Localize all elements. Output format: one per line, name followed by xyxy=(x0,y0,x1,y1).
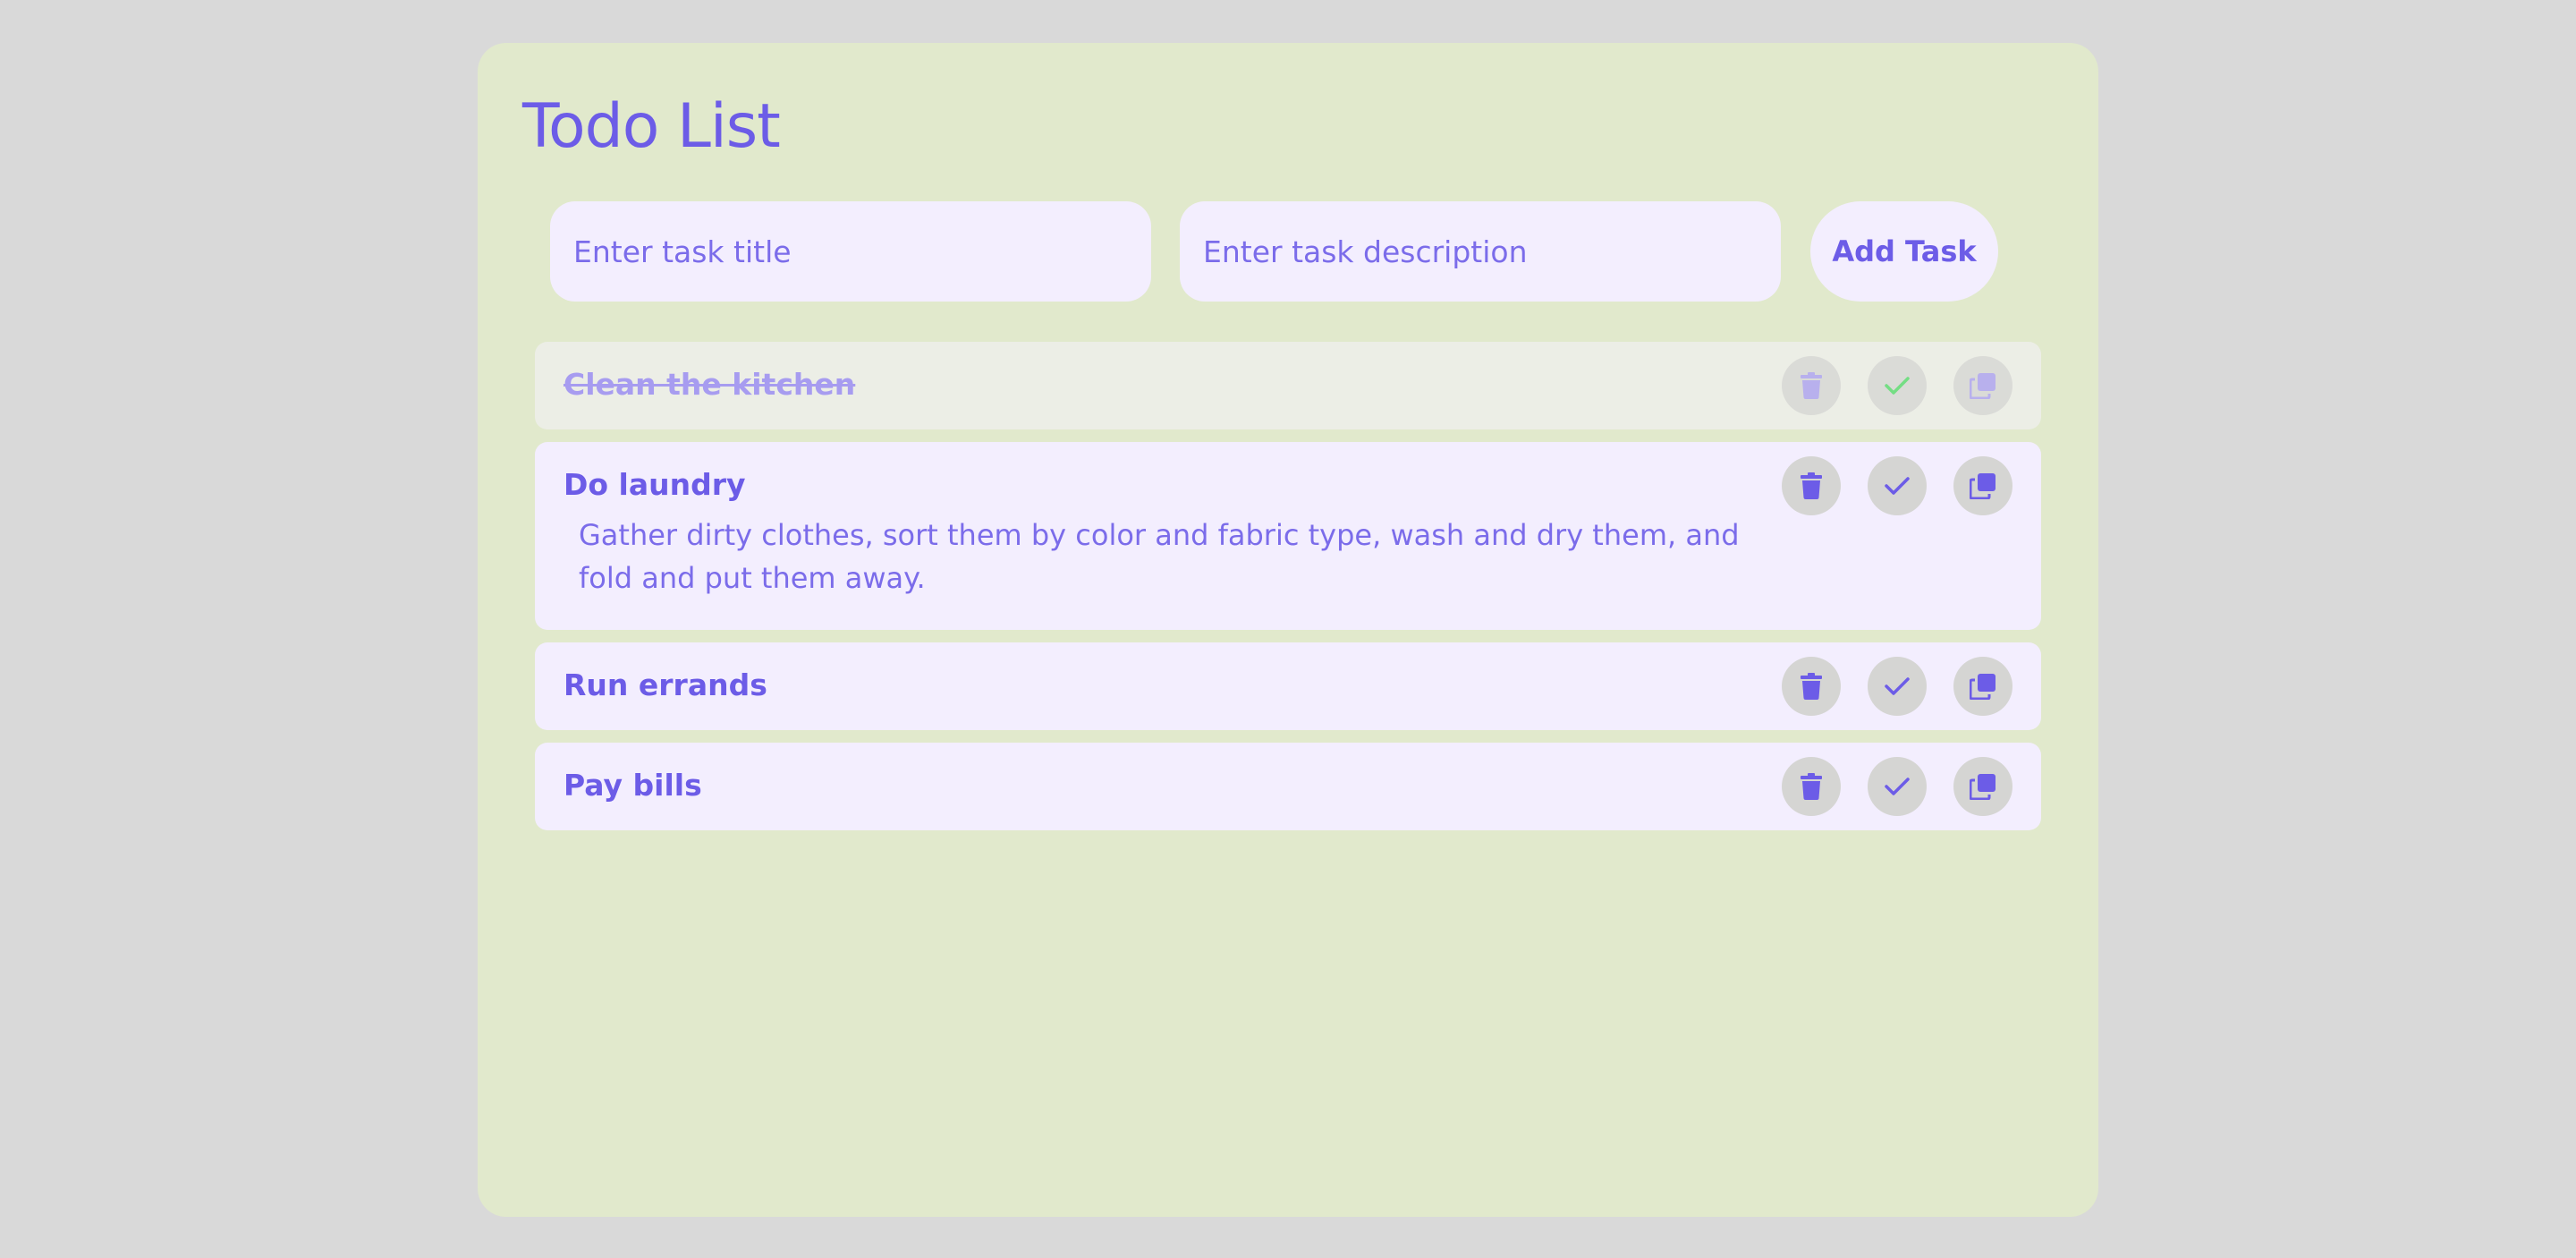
duplicate-button[interactable] xyxy=(1953,657,2012,716)
task-actions xyxy=(1782,657,2012,716)
complete-button[interactable] xyxy=(1868,356,1927,415)
duplicate-button[interactable] xyxy=(1953,356,2012,415)
task-item: Pay bills xyxy=(535,743,2041,830)
add-task-button[interactable]: Add Task xyxy=(1810,201,1998,302)
check-icon xyxy=(1885,778,1910,795)
page-title: Todo List xyxy=(522,91,781,162)
delete-button[interactable] xyxy=(1782,657,1841,716)
check-icon xyxy=(1885,677,1910,695)
copy-icon xyxy=(1970,774,1996,800)
complete-button[interactable] xyxy=(1868,456,1927,515)
trash-icon xyxy=(1801,773,1822,800)
task-actions xyxy=(1782,757,2012,816)
check-icon xyxy=(1885,377,1910,395)
duplicate-button[interactable] xyxy=(1953,456,2012,515)
task-description: Gather dirty clothes, sort them by color… xyxy=(579,518,1740,595)
copy-icon xyxy=(1970,674,1996,700)
task-title[interactable]: Do laundry xyxy=(564,465,746,505)
copy-icon xyxy=(1970,373,1996,399)
complete-button[interactable] xyxy=(1868,657,1927,716)
trash-icon xyxy=(1801,372,1822,399)
task-actions xyxy=(1782,456,2012,515)
task-item: Clean the kitchen xyxy=(535,342,2041,429)
trash-icon xyxy=(1801,673,1822,700)
delete-button[interactable] xyxy=(1782,456,1841,515)
task-description-input[interactable] xyxy=(1180,201,1781,302)
duplicate-button[interactable] xyxy=(1953,757,2012,816)
task-title[interactable]: Run errands xyxy=(564,666,767,705)
delete-button[interactable] xyxy=(1782,757,1841,816)
check-icon xyxy=(1885,477,1910,495)
task-actions xyxy=(1782,356,2012,415)
task-item: Do laundry Gather dirty clothes, sort th… xyxy=(535,442,2041,630)
task-item: Run errands xyxy=(535,642,2041,730)
trash-icon xyxy=(1801,472,1822,499)
task-title[interactable]: Clean the kitchen xyxy=(564,365,855,404)
todo-card: Todo List Add Task Clean the kitchen xyxy=(478,43,2098,1217)
copy-icon xyxy=(1970,473,1996,499)
task-title-input[interactable] xyxy=(550,201,1151,302)
complete-button[interactable] xyxy=(1868,757,1927,816)
delete-button[interactable] xyxy=(1782,356,1841,415)
task-title[interactable]: Pay bills xyxy=(564,766,702,805)
